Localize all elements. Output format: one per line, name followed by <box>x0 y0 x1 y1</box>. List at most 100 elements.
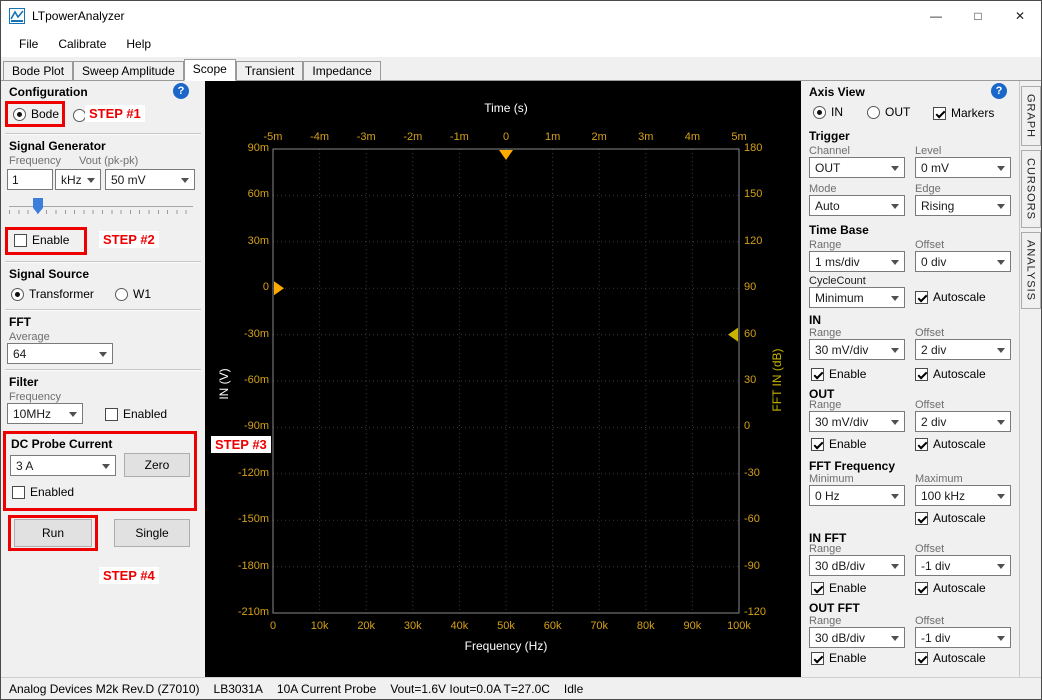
filter-enabled-checkbox[interactable]: Enabled <box>105 407 167 421</box>
checkbox-icon[interactable] <box>811 368 824 381</box>
close-button[interactable]: ✕ <box>999 1 1041 31</box>
checkbox-icon[interactable] <box>811 582 824 595</box>
in-range-label: Range <box>809 327 841 339</box>
out-fft-autoscale-checkbox[interactable]: Autoscale <box>915 651 986 665</box>
checkbox-icon[interactable] <box>915 438 928 451</box>
help-icon[interactable]: ? <box>991 83 1007 99</box>
window-title: LTpowerAnalyzer <box>32 9 915 23</box>
checkbox-icon[interactable] <box>811 438 824 451</box>
time-base-range-value: 1 ms/div <box>810 255 891 269</box>
checkbox-icon[interactable] <box>12 486 25 499</box>
in-fft-offset-select[interactable]: -1 div <box>915 555 1011 576</box>
in-fft-autoscale-checkbox[interactable]: Autoscale <box>915 581 986 595</box>
markers-checkbox[interactable]: Markers <box>933 106 994 120</box>
checkbox-icon[interactable] <box>915 368 928 381</box>
trigger-channel-select[interactable]: OUT <box>809 157 905 178</box>
maximize-button[interactable]: □ <box>957 1 999 31</box>
filter-frequency-select[interactable]: 10MHz <box>7 403 83 424</box>
amplitude-slider[interactable] <box>7 197 195 217</box>
radio-icon[interactable] <box>11 288 24 301</box>
plot-tick-label: -1m <box>439 131 479 143</box>
plot-tick-label: -2m <box>393 131 433 143</box>
in-fft-range-select[interactable]: 30 dB/div <box>809 555 905 576</box>
cyclecount-select[interactable]: Minimum <box>809 287 905 308</box>
out-offset-select[interactable]: 2 div <box>915 411 1011 432</box>
in-enable-checkbox[interactable]: Enable <box>811 367 866 381</box>
tab-cursors[interactable]: CURSORS <box>1021 150 1041 228</box>
zero-button[interactable]: Zero <box>124 453 190 477</box>
filter-frequency-label: Frequency <box>9 391 61 403</box>
menu-calibrate[interactable]: Calibrate <box>48 32 116 56</box>
radio-icon[interactable] <box>867 106 880 119</box>
fft-maximum-select[interactable]: 100 kHz <box>915 485 1011 506</box>
in-range-select[interactable]: 30 mV/div <box>809 339 905 360</box>
axis-view-out-radio[interactable]: OUT <box>867 105 910 119</box>
out-fft-offset-select[interactable]: -1 div <box>915 627 1011 648</box>
out-autoscale-checkbox[interactable]: Autoscale <box>915 437 986 451</box>
fft-marker[interactable] <box>728 328 738 342</box>
single-button[interactable]: Single <box>114 519 190 547</box>
time-base-range-select[interactable]: 1 ms/div <box>809 251 905 272</box>
time-base-offset-select[interactable]: 0 div <box>915 251 1011 272</box>
trigger-mode-select[interactable]: Auto <box>809 195 905 216</box>
checkbox-icon[interactable] <box>14 234 27 247</box>
radio-icon[interactable] <box>115 288 128 301</box>
help-icon[interactable]: ? <box>173 83 189 99</box>
autoscale-label: Autoscale <box>933 290 986 304</box>
in-marker[interactable] <box>274 281 284 295</box>
dc-probe-enabled-checkbox[interactable]: Enabled <box>12 485 74 499</box>
run-button[interactable]: Run <box>14 519 92 547</box>
frequency-input[interactable]: 1 <box>7 169 53 190</box>
minimize-button[interactable]: — <box>915 1 957 31</box>
trigger-level-value: 0 mV <box>916 161 997 175</box>
in-fft-enable-checkbox[interactable]: Enable <box>811 581 866 595</box>
time-base-range-label: Range <box>809 239 841 251</box>
out-enable-checkbox[interactable]: Enable <box>811 437 866 451</box>
fft-minimum-select[interactable]: 0 Hz <box>809 485 905 506</box>
frequency-unit-select[interactable]: kHz <box>55 169 101 190</box>
checkbox-icon[interactable] <box>915 582 928 595</box>
checkbox-icon[interactable] <box>915 652 928 665</box>
bode-radio[interactable]: Bode <box>13 107 59 121</box>
checkbox-icon[interactable] <box>915 291 928 304</box>
tab-scope[interactable]: Scope <box>184 59 236 81</box>
out-fft-range-select[interactable]: 30 dB/div <box>809 627 905 648</box>
trigger-level-input[interactable]: 0 mV <box>915 157 1011 178</box>
transformer-radio[interactable]: Transformer <box>11 287 94 301</box>
checkbox-icon[interactable] <box>915 512 928 525</box>
time-base-autoscale-checkbox[interactable]: Autoscale <box>915 290 986 304</box>
tab-graph[interactable]: GRAPH <box>1021 86 1041 146</box>
out-fft-title: OUT FFT <box>809 601 860 615</box>
dc-probe-current-select[interactable]: 3 A <box>10 455 116 476</box>
fft-frequency-autoscale-checkbox[interactable]: Autoscale <box>915 511 986 525</box>
checkbox-icon[interactable] <box>105 408 118 421</box>
w1-radio[interactable]: W1 <box>115 287 151 301</box>
plot-tick-label: 20k <box>346 620 386 632</box>
time-marker[interactable] <box>499 150 513 160</box>
axis-view-in-radio[interactable]: IN <box>813 105 843 119</box>
autoscale-label: Autoscale <box>933 581 986 595</box>
app-window: LTpowerAnalyzer — □ ✕ File Calibrate Hel… <box>0 0 1042 700</box>
out-fft-enable-checkbox[interactable]: Enable <box>811 651 866 665</box>
tab-analysis[interactable]: ANALYSIS <box>1021 232 1041 309</box>
checkbox-icon[interactable] <box>811 652 824 665</box>
tab-sweep-amplitude[interactable]: Sweep Amplitude <box>73 61 184 80</box>
tab-bode-plot[interactable]: Bode Plot <box>3 61 73 80</box>
out-range-select[interactable]: 30 mV/div <box>809 411 905 432</box>
status-board: LB3031A <box>214 682 263 696</box>
trigger-edge-select[interactable]: Rising <box>915 195 1011 216</box>
checkbox-icon[interactable] <box>933 107 946 120</box>
menu-file[interactable]: File <box>9 32 48 56</box>
enable-label: Enable <box>829 367 866 381</box>
in-autoscale-checkbox[interactable]: Autoscale <box>915 367 986 381</box>
radio-icon[interactable] <box>813 106 826 119</box>
time-base-title: Time Base <box>809 223 869 237</box>
vout-select[interactable]: 50 mV <box>105 169 195 190</box>
menu-help[interactable]: Help <box>116 32 161 56</box>
fft-average-select[interactable]: 64 <box>7 343 113 364</box>
signal-generator-enable-checkbox[interactable]: Enable <box>14 233 69 247</box>
tab-transient[interactable]: Transient <box>236 61 304 80</box>
in-offset-select[interactable]: 2 div <box>915 339 1011 360</box>
radio-icon[interactable] <box>13 108 26 121</box>
tab-impedance[interactable]: Impedance <box>303 61 380 80</box>
